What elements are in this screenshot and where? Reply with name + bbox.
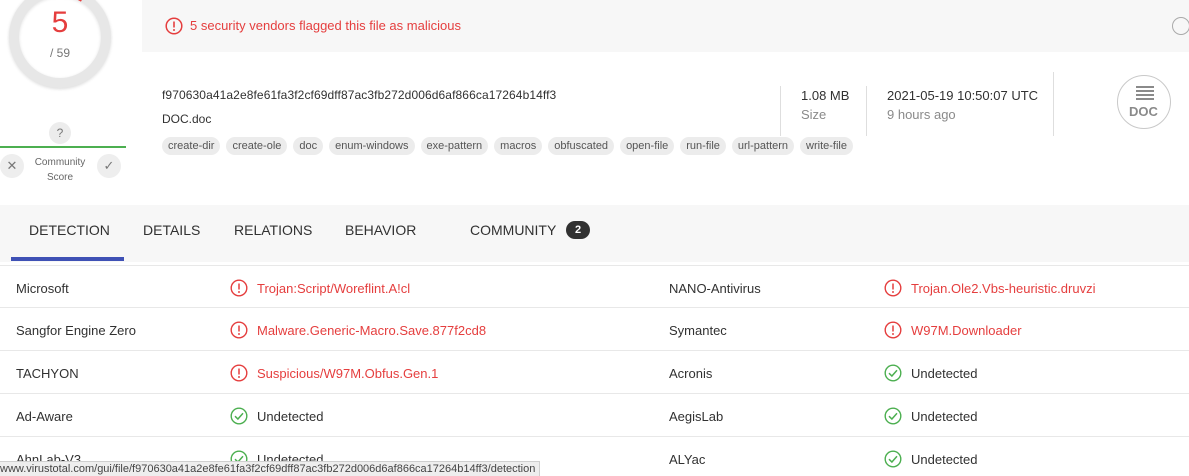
detection-result: Malware.Generic-Macro.Save.877f2cd8	[257, 323, 487, 338]
file-tag[interactable]: create-ole	[226, 137, 288, 155]
detection-row: Sangfor Engine Zero Malware.Generic-Macro…	[0, 308, 1189, 351]
divider	[1053, 72, 1054, 136]
doc-icon-lines	[1136, 86, 1154, 102]
check-circle-icon	[884, 407, 902, 425]
engine-name: Acronis	[669, 366, 713, 381]
engine-name: Ad-Aware	[16, 409, 73, 424]
detection-result: Trojan:Script/Woreflint.A!cl	[257, 281, 411, 296]
tab-details[interactable]: DETAILS	[143, 222, 200, 238]
community-score-label-line1: Community	[34, 157, 86, 168]
reanalyze-icon[interactable]	[1172, 17, 1189, 35]
analysis-date: 2021-05-19 10:50:07 UTC	[887, 88, 1039, 103]
file-tag[interactable]: open-file	[620, 137, 675, 155]
vote-harmless-button[interactable]: ✓	[97, 154, 121, 178]
banner-message: 5 security vendors flagged this file as …	[190, 18, 461, 33]
tab-detection[interactable]: DETECTION	[29, 222, 110, 238]
file-tag[interactable]: url-pattern	[731, 137, 795, 155]
file-tag[interactable]: doc	[293, 137, 324, 155]
file-tags: create-dir create-ole doc enum-windows exe-p…	[162, 137, 853, 155]
browser-status-url: www.virustotal.com/gui/file/f970630a41a2…	[0, 461, 541, 476]
file-size-value: 1.08 MB	[801, 88, 850, 103]
check-circle-icon	[884, 364, 902, 382]
community-score-help-icon[interactable]: ?	[49, 122, 71, 144]
vote-malicious-button[interactable]: ✕	[0, 154, 24, 178]
alert-icon	[165, 17, 183, 35]
file-tag[interactable]: run-file	[680, 137, 726, 155]
detection-row: TACHYON Suspicious/W97M.Obfus.Gen.1 Acroni…	[0, 351, 1189, 394]
tab-community[interactable]: COMMUNITY	[470, 222, 556, 238]
detection-table: Microsoft Trojan:Script/Woreflint.A!cl NAN…	[0, 265, 1189, 476]
check-circle-icon	[884, 450, 902, 468]
detection-result: Suspicious/W97M.Obfus.Gen.1	[257, 366, 439, 381]
detection-result: Undetected	[911, 452, 978, 467]
engine-name: Microsoft	[16, 281, 69, 296]
detection-row: Ad-Aware Undetected AegisLab Undetected	[0, 394, 1189, 437]
engine-name: NANO-Antivirus	[669, 281, 761, 296]
doc-file-icon: DOC	[1117, 75, 1171, 129]
tab-relations[interactable]: RELATIONS	[234, 222, 312, 238]
engine-name: AegisLab	[669, 409, 724, 424]
engine-name: ALYac	[669, 452, 706, 467]
file-size-label: Size	[801, 107, 827, 122]
file-tag[interactable]: macros	[494, 137, 543, 155]
tab-behavior[interactable]: BEHAVIOR	[345, 222, 416, 238]
file-tag[interactable]: write-file	[800, 137, 853, 155]
detection-result: Trojan.Ole2.Vbs-heuristic.druvzi	[911, 281, 1096, 296]
divider	[866, 86, 867, 136]
malicious-banner: 5 security vendors flagged this file as …	[142, 0, 1189, 52]
alert-icon	[884, 321, 902, 339]
alert-icon	[230, 279, 248, 297]
community-score-label-line2: Score	[46, 172, 74, 183]
file-type-label: DOC	[1129, 104, 1158, 119]
file-tag[interactable]: create-dir	[162, 137, 221, 155]
alert-icon	[230, 321, 248, 339]
file-tag[interactable]: obfuscated	[548, 137, 615, 155]
active-tab-indicator	[11, 257, 124, 261]
detection-row: Microsoft Trojan:Script/Woreflint.A!cl NAN…	[0, 265, 1189, 308]
divider	[780, 86, 781, 136]
detection-result: Undetected	[911, 409, 978, 424]
alert-icon	[884, 279, 902, 297]
positives-count: 5	[51, 6, 69, 39]
check-circle-icon	[230, 407, 248, 425]
community-score-bar	[0, 146, 126, 148]
total-engines: / 59	[49, 46, 70, 60]
alert-icon	[230, 364, 248, 382]
tab-bar: DETECTION DETAILS RELATIONS BEHAVIOR COM…	[0, 205, 1189, 262]
community-count-badge: 2	[566, 221, 590, 239]
detection-score-widget: 5 / 59 ? ✕ Community Score ✓	[0, 0, 128, 200]
analysis-age: 9 hours ago	[887, 107, 956, 122]
community-score-label: Community Score	[30, 155, 90, 185]
engine-name: Sangfor Engine Zero	[16, 323, 136, 338]
engine-name: Symantec	[669, 323, 727, 338]
detection-result: W97M.Downloader	[911, 323, 1022, 338]
file-name: DOC.doc	[162, 112, 212, 126]
file-tag[interactable]: exe-pattern	[420, 137, 489, 155]
file-hash[interactable]: f970630a41a2e8fe61fa3f2cf69dff87ac3fb272…	[162, 88, 556, 102]
engine-name: TACHYON	[16, 366, 79, 381]
detection-result: Undetected	[257, 409, 324, 424]
file-tag[interactable]: enum-windows	[329, 137, 415, 155]
score-ring: 5 / 59	[9, 0, 111, 88]
detection-result: Undetected	[911, 366, 978, 381]
